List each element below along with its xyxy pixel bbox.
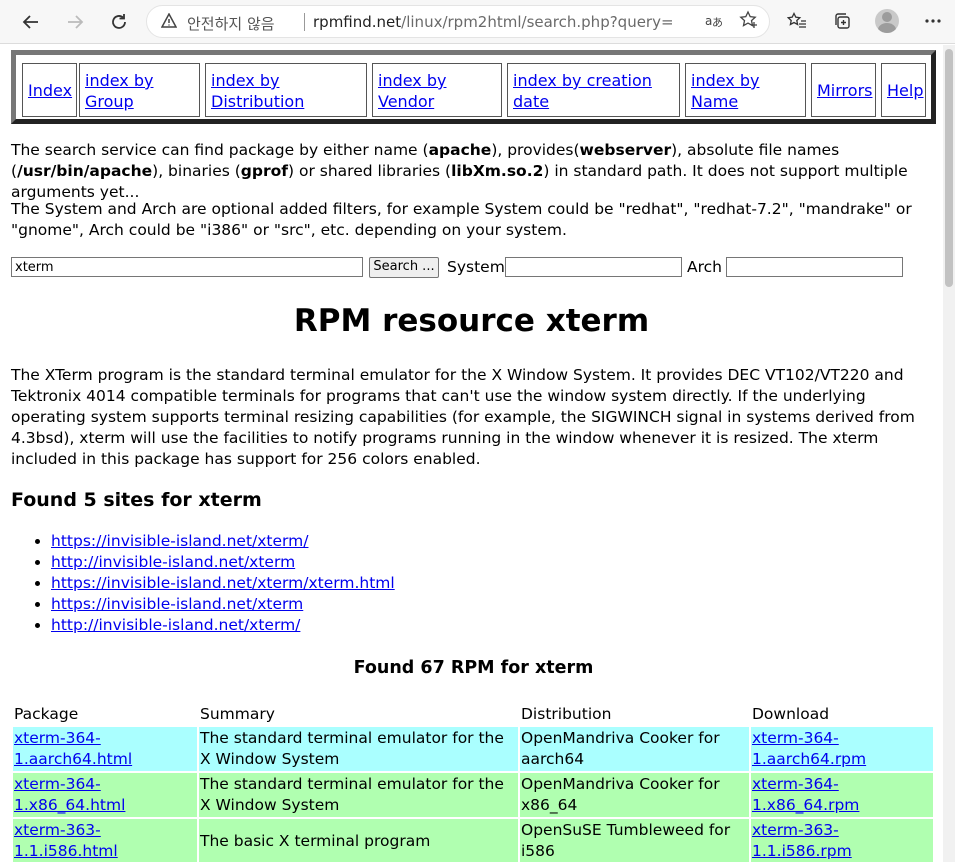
nav-cell-help: Help <box>881 63 926 117</box>
example-provides: webserver <box>579 141 672 159</box>
list-item: https://invisible-island.net/xterm/xterm… <box>51 573 395 594</box>
url-host: rpmfind.net <box>313 13 402 31</box>
package-link[interactable]: xterm-363-1.1.i586.html <box>14 821 118 860</box>
download-cell: xterm-364-1.aarch64.rpm <box>751 727 933 771</box>
nav-cell-vendor: index by Vendor <box>372 63 502 117</box>
distribution-cell: OpenMandriva Cooker for aarch64 <box>520 727 749 771</box>
favorites-icon[interactable] <box>784 8 810 34</box>
nav-cell-distribution: index by Distribution <box>205 63 367 117</box>
table-row: xterm-363-1.1.i586.html The basic X term… <box>13 819 933 862</box>
system-label: System <box>447 258 505 276</box>
site-link[interactable]: https://invisible-island.net/xterm/xterm… <box>51 574 395 592</box>
example-library: libXm.so.2 <box>451 162 544 180</box>
summary-cell: The basic X terminal program <box>199 819 518 862</box>
rpm-heading: Found 67 RPM for xterm <box>353 658 594 678</box>
package-link[interactable]: xterm-364-1.x86_64.html <box>14 775 125 814</box>
favorite-star-icon[interactable] <box>739 10 759 35</box>
site-link[interactable]: https://invisible-island.net/xterm <box>51 595 303 613</box>
package-link[interactable]: xterm-364-1.aarch64.html <box>14 729 132 768</box>
results-table: Package Summary Distribution Download xt… <box>11 701 935 862</box>
list-item: http://invisible-island.net/xterm/ <box>51 615 395 636</box>
nav-link-help[interactable]: Help <box>887 80 923 101</box>
site-list: https://invisible-island.net/xterm/ http… <box>11 531 395 636</box>
nav-link-distribution[interactable]: index by Distribution <box>211 71 304 111</box>
table-row: xterm-364-1.aarch64.html The standard te… <box>13 727 933 771</box>
search-help-text: The search service can find package by e… <box>11 140 933 203</box>
help-text-part: ) or shared libraries ( <box>288 162 452 180</box>
more-menu-icon[interactable] <box>920 8 946 34</box>
example-file: /usr/bin/apache <box>17 162 153 180</box>
help-text-part: ), provides( <box>491 141 580 159</box>
warning-icon[interactable] <box>160 12 178 32</box>
url-path: /linux/rpm2html/search.php?query=xter... <box>401 13 673 31</box>
help-text-part: The search service can find package by e… <box>11 141 429 159</box>
nav-link-name[interactable]: index by Name <box>691 71 759 111</box>
nav-table: Index index by Group index by Distributi… <box>11 50 936 124</box>
system-input[interactable] <box>505 257 682 277</box>
forward-arrow-icon[interactable] <box>60 7 90 37</box>
column-header-package: Package <box>14 704 79 723</box>
help-text-part: ), binaries ( <box>152 162 241 180</box>
filter-help-text: The System and Arch are optional added f… <box>11 200 912 239</box>
site-link[interactable]: http://invisible-island.net/xterm/ <box>51 616 300 634</box>
refresh-icon[interactable] <box>104 7 134 37</box>
browser-toolbar: 안전하지 않음 rpmfind.net/linux/rpm2html/searc… <box>0 0 955 44</box>
column-header-distribution: Distribution <box>521 704 612 723</box>
page-content: Index index by Group index by Distributi… <box>0 45 943 862</box>
nav-link-vendor[interactable]: index by Vendor <box>378 71 446 111</box>
search-input[interactable] <box>11 257 363 277</box>
distribution-cell: OpenMandriva Cooker for x86_64 <box>520 773 749 817</box>
list-item: http://invisible-island.net/xterm <box>51 552 395 573</box>
security-status[interactable]: 안전하지 않음 <box>187 13 275 34</box>
list-item: https://invisible-island.net/xterm <box>51 594 395 615</box>
site-link[interactable]: http://invisible-island.net/xterm <box>51 553 295 571</box>
table-row: xterm-364-1.x86_64.html The standard ter… <box>13 773 933 817</box>
translate-icon[interactable]: aあ <box>705 12 725 34</box>
nav-link-group[interactable]: index by Group <box>85 71 153 111</box>
nav-link-mirrors[interactable]: Mirrors <box>817 80 872 101</box>
list-item: https://invisible-island.net/xterm/ <box>51 531 395 552</box>
sites-heading: Found 5 sites for xterm <box>11 489 262 511</box>
package-cell: xterm-363-1.1.i586.html <box>13 819 197 862</box>
url-text[interactable]: rpmfind.net/linux/rpm2html/search.php?qu… <box>313 13 673 31</box>
download-link[interactable]: xterm-363-1.1.i586.rpm <box>752 821 852 860</box>
vertical-scrollbar[interactable] <box>943 45 955 862</box>
svg-text:あ: あ <box>712 16 723 29</box>
profile-avatar[interactable] <box>875 9 899 33</box>
nav-cell-index: Index <box>22 63 77 117</box>
address-separator <box>304 13 305 31</box>
nav-link-index[interactable]: Index <box>28 80 72 101</box>
page-title: RPM resource xterm <box>293 303 650 339</box>
scrollbar-thumb[interactable] <box>945 49 953 287</box>
distribution-cell: OpenSuSE Tumbleweed for i586 <box>520 819 749 862</box>
example-binary: gprof <box>240 162 289 180</box>
nav-cell-mirrors: Mirrors <box>811 63 876 117</box>
search-form: Search ... System Arch <box>11 257 911 279</box>
download-cell: xterm-363-1.1.i586.rpm <box>751 819 933 862</box>
package-cell: xterm-364-1.aarch64.html <box>13 727 197 771</box>
arch-input[interactable] <box>726 257 903 277</box>
summary-cell: The standard terminal emulator for the X… <box>199 773 518 817</box>
address-bar[interactable]: 안전하지 않음 rpmfind.net/linux/rpm2html/searc… <box>146 5 770 38</box>
nav-cell-creation-date: index by creation date <box>507 63 680 117</box>
example-name: apache <box>428 141 492 159</box>
package-cell: xterm-364-1.x86_64.html <box>13 773 197 817</box>
nav-link-creation-date[interactable]: index by creation date <box>513 71 652 111</box>
collections-icon[interactable] <box>829 8 855 34</box>
download-link[interactable]: xterm-364-1.aarch64.rpm <box>752 729 866 768</box>
site-link[interactable]: https://invisible-island.net/xterm/ <box>51 532 308 550</box>
summary-cell: The standard terminal emulator for the X… <box>199 727 518 771</box>
download-cell: xterm-364-1.x86_64.rpm <box>751 773 933 817</box>
column-header-summary: Summary <box>200 704 275 723</box>
search-button[interactable]: Search ... <box>369 257 439 278</box>
nav-cell-group: index by Group <box>79 63 200 117</box>
column-header-download: Download <box>752 704 830 723</box>
package-description: The XTerm program is the standard termin… <box>11 366 915 468</box>
arch-label: Arch <box>687 258 722 276</box>
nav-cell-name: index by Name <box>685 63 806 117</box>
table-header-row: Package Summary Distribution Download <box>13 703 933 725</box>
back-arrow-icon[interactable] <box>16 7 46 37</box>
download-link[interactable]: xterm-364-1.x86_64.rpm <box>752 775 859 814</box>
